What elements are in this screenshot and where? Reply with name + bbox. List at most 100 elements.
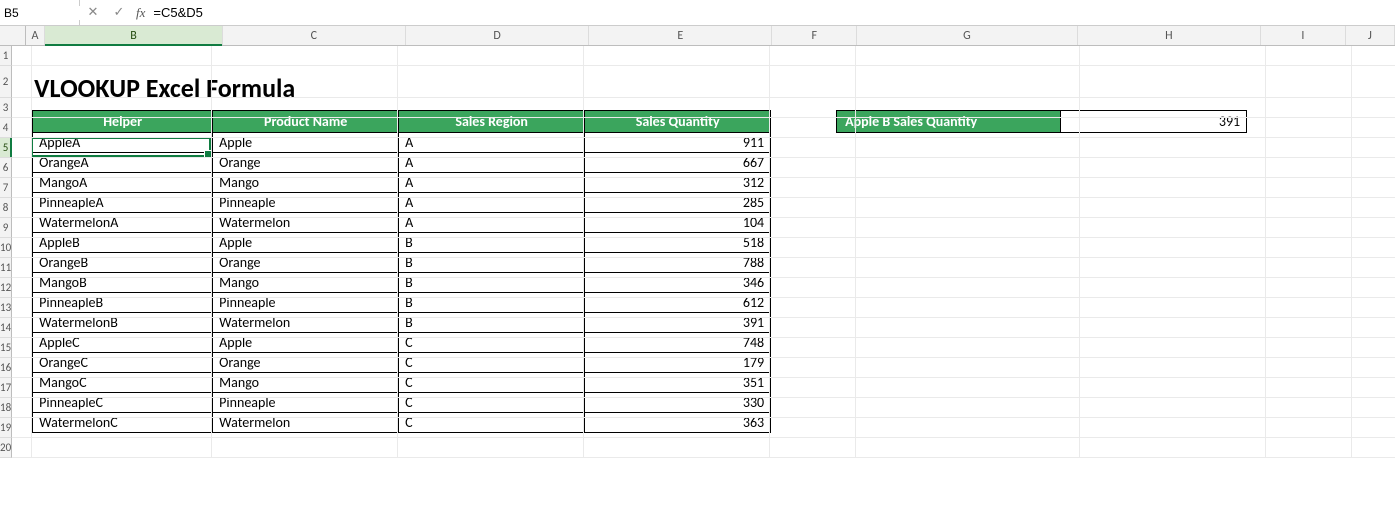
cell[interactable] [770,318,856,338]
cell[interactable] [12,178,32,198]
cell[interactable] [770,438,856,458]
cell[interactable] [770,298,856,318]
cell[interactable] [12,298,32,318]
column-header-F[interactable]: F [772,26,857,45]
cell[interactable] [1080,298,1266,318]
cell[interactable] [1080,46,1266,66]
cell[interactable] [770,378,856,398]
cell[interactable] [1266,318,1352,338]
cell[interactable] [1266,198,1352,218]
cell[interactable] [12,198,32,218]
cell[interactable] [1352,218,1395,238]
formula-input[interactable] [149,0,1395,25]
cell[interactable] [770,258,856,278]
cell[interactable] [1080,258,1266,278]
cell[interactable] [1266,98,1352,118]
cell[interactable] [12,238,32,258]
cell[interactable] [770,98,856,118]
cell[interactable] [398,218,584,238]
cell[interactable] [32,318,212,338]
cell[interactable] [398,258,584,278]
cell[interactable] [1266,118,1352,138]
cell[interactable] [398,98,584,118]
cell[interactable] [12,338,32,358]
cell[interactable] [1080,418,1266,438]
cell[interactable] [32,66,212,98]
cell[interactable] [770,66,856,98]
cell[interactable] [398,118,584,138]
cell[interactable] [856,46,1080,66]
cell[interactable] [1080,238,1266,258]
row-header-15[interactable]: 15 [0,338,12,358]
row-header-1[interactable]: 1 [0,46,12,66]
row-header-19[interactable]: 19 [0,418,12,438]
cell[interactable] [1080,278,1266,298]
cell[interactable] [212,178,398,198]
cell[interactable] [32,338,212,358]
cell[interactable] [12,218,32,238]
row-header-11[interactable]: 11 [0,258,12,278]
cell[interactable] [12,318,32,338]
cell[interactable] [1080,66,1266,98]
cell[interactable] [398,238,584,258]
cell[interactable] [32,138,212,158]
row-header-7[interactable]: 7 [0,178,12,198]
cell[interactable] [212,118,398,138]
cell[interactable] [12,418,32,438]
cell[interactable] [32,178,212,198]
cell[interactable] [398,158,584,178]
cell[interactable] [1352,238,1395,258]
cell[interactable] [212,338,398,358]
column-header-G[interactable]: G [857,26,1078,45]
cell[interactable] [12,358,32,378]
column-header-J[interactable]: J [1346,26,1395,45]
cell[interactable] [1266,298,1352,318]
cell[interactable] [1080,398,1266,418]
cell[interactable] [212,98,398,118]
cell[interactable] [1352,358,1395,378]
cell[interactable] [212,258,398,278]
cell[interactable] [32,198,212,218]
cell[interactable] [212,358,398,378]
cell[interactable] [1080,218,1266,238]
cell[interactable] [212,418,398,438]
row-header-14[interactable]: 14 [0,318,12,338]
cell[interactable] [212,198,398,218]
cell[interactable] [12,118,32,138]
cell[interactable] [1352,378,1395,398]
column-header-A[interactable]: A [26,26,46,45]
cell[interactable] [584,238,770,258]
cell[interactable] [398,138,584,158]
cell[interactable] [1352,46,1395,66]
cell[interactable] [212,298,398,318]
cell[interactable] [856,258,1080,278]
cell[interactable] [584,398,770,418]
cell[interactable] [12,46,32,66]
cell[interactable] [398,318,584,338]
cell[interactable] [584,178,770,198]
cell[interactable] [1352,118,1395,138]
cell[interactable] [1352,318,1395,338]
cell[interactable] [32,358,212,378]
cell[interactable] [1080,338,1266,358]
cell[interactable] [32,398,212,418]
cell[interactable] [398,378,584,398]
row-header-17[interactable]: 17 [0,378,12,398]
cell[interactable] [12,98,32,118]
cell[interactable] [32,118,212,138]
cell[interactable] [1080,138,1266,158]
cell[interactable] [12,398,32,418]
cell[interactable] [584,46,770,66]
cell[interactable] [32,298,212,318]
cell[interactable] [856,98,1080,118]
cell[interactable] [212,398,398,418]
cell[interactable] [32,158,212,178]
cell[interactable] [856,178,1080,198]
cell[interactable] [12,158,32,178]
cell[interactable] [398,46,584,66]
cell[interactable] [1266,138,1352,158]
row-header-2[interactable]: 2 [0,66,12,98]
cell[interactable] [1266,238,1352,258]
cell[interactable] [398,278,584,298]
cell[interactable] [856,138,1080,158]
